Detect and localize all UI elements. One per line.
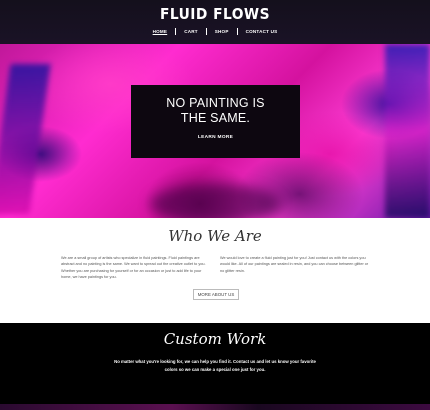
about-text-left: We are a small group of artists who spec… xyxy=(61,256,206,280)
hero-banner: NO PAINTING IS THE SAME. LEARN MORE xyxy=(0,44,430,218)
nav-cart[interactable]: CART xyxy=(176,28,206,35)
custom-work-section: Custom Work No matter what you're lookin… xyxy=(0,323,430,410)
nav-contact-us[interactable]: CONTACT US xyxy=(238,28,286,35)
nav-home[interactable]: HOME xyxy=(145,28,176,35)
nav-shop[interactable]: SHOP xyxy=(207,28,237,35)
hero-title: NO PAINTING IS THE SAME. xyxy=(131,96,300,126)
site-logo-title[interactable]: FLUID FLOWS xyxy=(17,5,413,23)
learn-more-button[interactable]: LEARN MORE xyxy=(131,135,300,140)
more-about-us-button[interactable]: MORE ABOUT US xyxy=(193,289,239,300)
hero-text-box: NO PAINTING IS THE SAME. LEARN MORE xyxy=(131,85,300,158)
custom-work-heading: Custom Work xyxy=(163,330,267,348)
about-section: Who We Are We are a small group of artis… xyxy=(0,218,430,323)
hero-paint-swirl xyxy=(0,64,51,214)
about-heading: Who We Are xyxy=(168,227,262,245)
hero-title-line: THE SAME. xyxy=(180,111,251,125)
footer-image-strip xyxy=(0,404,430,410)
hero-title-line: NO PAINTING IS xyxy=(166,96,265,110)
hero-paint-swirl xyxy=(385,44,430,218)
main-nav: HOME CART SHOP CONTACT US xyxy=(0,28,430,35)
site-header: FLUID FLOWS HOME CART SHOP CONTACT US xyxy=(0,0,430,44)
hero-paint-swirl xyxy=(150,184,280,218)
custom-work-text: No matter what you're looking for, we ca… xyxy=(114,359,316,372)
about-text-right: We would love to create a fluid painting… xyxy=(220,256,369,273)
